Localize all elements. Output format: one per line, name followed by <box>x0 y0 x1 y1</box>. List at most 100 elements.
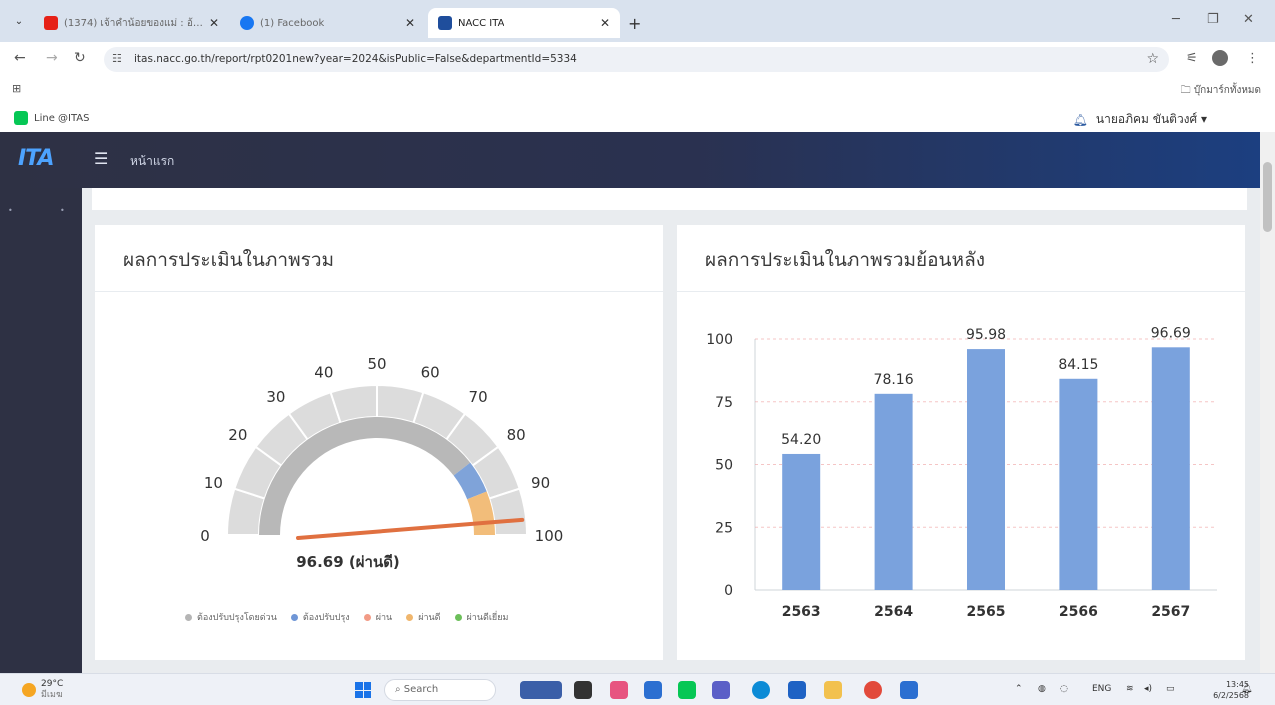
windows-start-icon[interactable] <box>355 682 371 698</box>
word-icon[interactable] <box>900 681 918 699</box>
restore-icon[interactable]: ❐ <box>1207 12 1219 27</box>
bar-value-label: 84.15 <box>1058 357 1098 373</box>
ita-logo[interactable]: ITA <box>18 146 55 171</box>
language-indicator[interactable]: ENG <box>1092 684 1111 694</box>
gauge-score-label: 96.69 (ผ่านดี) <box>296 553 400 571</box>
close-tab-icon[interactable]: ✕ <box>600 16 610 30</box>
battery-icon[interactable]: ▭ <box>1166 684 1175 694</box>
sidebar-rail: • • <box>0 188 82 673</box>
taskbar-search[interactable]: ⌕ Search <box>384 679 496 701</box>
teams-icon[interactable] <box>712 681 730 699</box>
chrome-icon[interactable] <box>864 681 882 699</box>
gauge-tick-label: 40 <box>314 363 333 381</box>
gauge-tick-label: 10 <box>204 474 223 492</box>
history-bar-chart: 0 25 50 75 100 54.20 2563 78.16 2564 95.98 2565 84.… <box>706 325 1217 620</box>
tab-facebook[interactable]: (1) Facebook ✕ <box>230 8 425 38</box>
legend-label: ต้องปรับปรุงโดยด่วน <box>197 613 277 623</box>
legend-label: ผ่านดี <box>418 613 441 623</box>
close-tab-icon[interactable]: ✕ <box>209 16 219 30</box>
legend-item[interactable]: ผ่านดีเยี่ยม <box>454 610 509 624</box>
scrollbar-thumb[interactable] <box>1263 162 1272 232</box>
bar-2564[interactable] <box>874 393 913 590</box>
tab-nacc-ita[interactable]: NACC ITA ✕ <box>428 8 620 38</box>
gauge-tick-label: 80 <box>507 426 526 444</box>
legend-label: ต้องปรับปรุง <box>302 613 350 623</box>
legend-item[interactable]: ต้องปรับปรุง <box>290 610 350 624</box>
weather-desc: มีเมฆ <box>41 690 63 700</box>
legend-dot <box>363 613 371 621</box>
app-navbar: ITA ☰ หน้าแรก <box>0 132 1260 188</box>
gauge-tick-label: 60 <box>421 363 440 381</box>
legend-dot <box>454 613 462 621</box>
line-itas-link[interactable]: Line @ITAS <box>14 111 90 125</box>
reload-icon[interactable]: ↻ <box>74 50 86 66</box>
bar-2566[interactable] <box>1059 378 1098 590</box>
back-arrow-icon[interactable]: ← <box>14 50 26 66</box>
tab-search-menu-icon[interactable]: ⌄ <box>10 13 28 31</box>
legend-item[interactable]: ผ่านดี <box>406 610 441 624</box>
legend-label: ผ่านดีเยี่ยม <box>466 613 509 623</box>
os-taskbar: 29°C มีเมฆ ⌕ Search ⌃ ◍ ◌ ENG ≋ ◂) ▭ 13:… <box>0 673 1275 705</box>
gauge-tick-label: 100 <box>535 527 564 545</box>
tray-app-icon[interactable]: ◍ <box>1038 684 1046 694</box>
bookmarks-bar: ⊞ 🗀 บุ๊กมาร์กทั้งหมด <box>0 76 1275 104</box>
bell-icon[interactable]: 🔔︎ <box>1073 113 1088 127</box>
weather-widget[interactable]: 29°C มีเมฆ <box>22 679 63 701</box>
browser-toolbar: ← → ↻ ☷ itas.nacc.go.th/report/rpt0201ne… <box>0 42 1275 76</box>
bar-2567[interactable] <box>1151 347 1190 590</box>
bar-2565[interactable] <box>967 349 1005 590</box>
tab-youtube[interactable]: (1374) เจ้าคำน้อยของแม่ : อ้อ... ✕ <box>34 8 229 38</box>
bookmark-star-icon[interactable]: ☆ <box>1146 51 1159 67</box>
weather-temp: 29°C <box>41 679 64 689</box>
home-link[interactable]: หน้าแรก <box>130 152 174 171</box>
legend-label: ผ่าน <box>375 613 393 623</box>
app-icon[interactable] <box>788 681 806 699</box>
gauge-tick-label: 50 <box>367 355 386 373</box>
volume-icon[interactable]: ◂) <box>1144 684 1152 694</box>
task-view-icon[interactable] <box>574 681 592 699</box>
page-scrollbar[interactable] <box>1260 132 1275 673</box>
address-bar[interactable]: ☷ itas.nacc.go.th/report/rpt0201new?year… <box>104 47 1169 72</box>
bar-value-label: 95.98 <box>966 327 1006 343</box>
legend-dot <box>185 613 192 621</box>
browser-tabstrip: ⌄ (1374) เจ้าคำน้อยของแม่ : อ้อ... ✕ (1)… <box>0 0 1275 42</box>
x-tick-label: 2565 <box>967 604 1006 620</box>
ita-favicon-icon <box>438 16 452 30</box>
close-window-icon[interactable]: ✕ <box>1243 12 1254 27</box>
gauge-tick-label: 30 <box>266 388 285 406</box>
copilot-icon[interactable] <box>610 681 628 699</box>
profile-avatar-icon[interactable] <box>1212 50 1228 66</box>
line-app-icon[interactable] <box>678 681 696 699</box>
wifi-icon[interactable]: ≋ <box>1126 684 1134 694</box>
history-score-card: ผลการประเมินในภาพรวมย้อนหลัง 0 25 50 75 100 5… <box>677 225 1245 660</box>
hamburger-menu-icon[interactable]: ☰ <box>94 149 108 168</box>
overall-score-card: ผลการประเมินในภาพรวม 0 10 20 30 40 50 60 70 80 90… <box>95 225 663 660</box>
site-info-icon[interactable]: ☷ <box>112 52 122 65</box>
file-explorer-icon[interactable] <box>824 681 842 699</box>
gauge-tick-label: 0 <box>200 527 210 545</box>
minimize-icon[interactable]: ─ <box>1172 12 1180 27</box>
all-bookmarks-folder[interactable]: 🗀 บุ๊กมาร์กทั้งหมด <box>1181 83 1261 100</box>
main-content: ผลการประเมินในภาพรวม 0 10 20 30 40 50 60 70 80 90… <box>82 188 1260 673</box>
new-tab-icon[interactable]: + <box>628 14 641 33</box>
legend-dot <box>406 613 414 621</box>
extensions-icon[interactable]: ⚟ <box>1186 51 1198 66</box>
user-menu[interactable]: 🔔︎ นายอภิคม ขันติวงศ์ ▾ <box>1073 110 1207 129</box>
tray-app-icon[interactable]: ◌ <box>1060 684 1068 694</box>
bar-2563[interactable] <box>782 453 821 590</box>
line-link-label: Line @ITAS <box>34 112 90 124</box>
forward-arrow-icon[interactable]: → <box>46 50 58 66</box>
browser-menu-icon[interactable]: ⋮ <box>1246 51 1259 66</box>
notification-icon[interactable]: 🔔︎ <box>1241 684 1252 694</box>
tab-title: (1) Facebook <box>260 17 325 29</box>
legend-item[interactable]: ต้องปรับปรุงโดยด่วน <box>185 610 277 624</box>
legend-item[interactable]: ผ่าน <box>363 610 393 624</box>
tray-chevron-icon[interactable]: ⌃ <box>1015 684 1023 694</box>
store-icon[interactable] <box>644 681 662 699</box>
search-icon: ⌕ <box>395 684 401 695</box>
top-panel-strip <box>92 188 1247 210</box>
close-tab-icon[interactable]: ✕ <box>405 16 415 30</box>
widget-app-icon[interactable] <box>520 681 562 699</box>
edge-icon[interactable] <box>752 681 770 699</box>
apps-grid-icon[interactable]: ⊞ <box>12 82 21 95</box>
